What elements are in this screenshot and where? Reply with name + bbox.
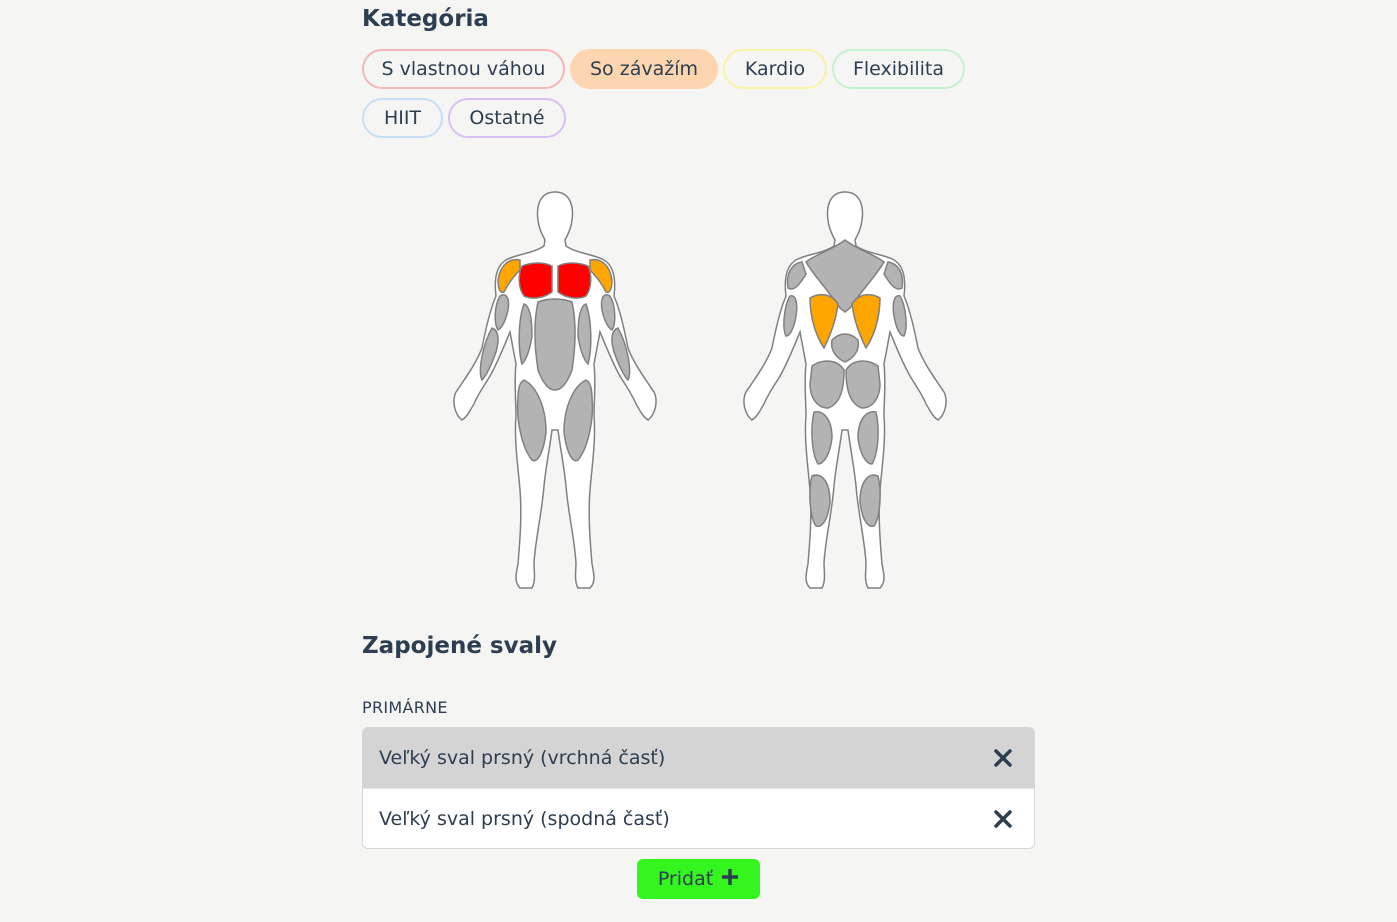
chip-hiit[interactable]: HIIT bbox=[362, 98, 443, 138]
list-item[interactable]: Veľký sval prsný (spodná časť) bbox=[363, 788, 1034, 848]
add-button[interactable]: Pridať bbox=[637, 859, 760, 899]
muscle-name: Veľký sval prsný (vrchná časť) bbox=[379, 747, 666, 769]
chip-weighted[interactable]: So závažím bbox=[570, 49, 718, 89]
chip-cardio[interactable]: Kardio bbox=[723, 49, 827, 89]
close-icon[interactable] bbox=[992, 808, 1014, 830]
exercise-editor: Kategória S vlastnou váhou So závažím Ka… bbox=[0, 0, 1397, 922]
add-button-label: Pridať bbox=[657, 868, 714, 890]
primary-muscle-list: Veľký sval prsný (vrchná časť) Veľký sva… bbox=[362, 727, 1035, 849]
front-body-figure bbox=[453, 191, 657, 589]
chip-flexibility[interactable]: Flexibilita bbox=[832, 49, 965, 89]
chip-other[interactable]: Ostatné bbox=[448, 98, 566, 138]
category-title: Kategória bbox=[362, 6, 489, 32]
list-item[interactable]: Veľký sval prsný (vrchná časť) bbox=[363, 728, 1034, 788]
primary-label: PRIMÁRNE bbox=[362, 698, 448, 717]
close-icon[interactable] bbox=[992, 747, 1014, 769]
back-body-figure bbox=[743, 191, 947, 589]
muscles-title: Zapojené svaly bbox=[362, 633, 558, 659]
chip-bodyweight[interactable]: S vlastnou váhou bbox=[362, 49, 565, 89]
muscle-body-map bbox=[453, 191, 947, 589]
plus-icon bbox=[721, 868, 739, 891]
muscle-name: Veľký sval prsný (spodná časť) bbox=[379, 807, 670, 830]
